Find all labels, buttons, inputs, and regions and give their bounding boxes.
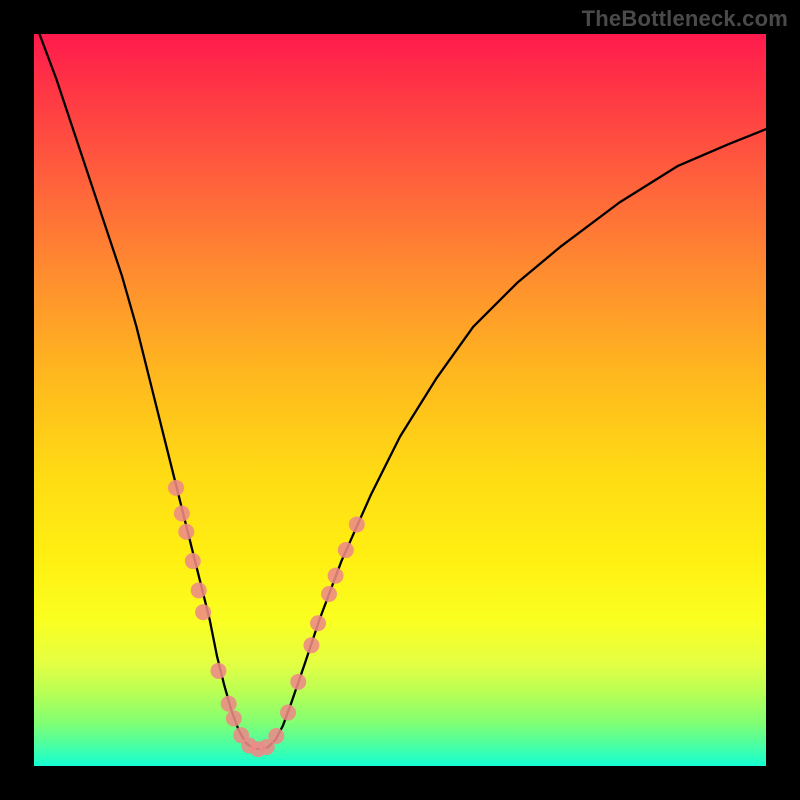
watermark-text: TheBottleneck.com (582, 6, 788, 32)
marker-point (226, 710, 242, 726)
marker-point (280, 705, 296, 721)
marker-point (349, 516, 365, 532)
marker-point (195, 604, 211, 620)
marker-point (185, 553, 201, 569)
curve-layer (34, 34, 766, 766)
highlight-markers (168, 480, 365, 757)
marker-point (310, 615, 326, 631)
marker-point (191, 582, 207, 598)
marker-point (290, 674, 306, 690)
marker-point (268, 728, 284, 744)
marker-point (178, 524, 194, 540)
marker-point (328, 568, 344, 584)
marker-point (174, 505, 190, 521)
marker-point (338, 542, 354, 558)
bottleneck-curve (34, 34, 766, 749)
marker-point (221, 696, 237, 712)
marker-point (168, 480, 184, 496)
marker-point (303, 637, 319, 653)
marker-point (321, 586, 337, 602)
chart-frame: TheBottleneck.com (0, 0, 800, 800)
marker-point (210, 663, 226, 679)
plot-area (34, 34, 766, 766)
